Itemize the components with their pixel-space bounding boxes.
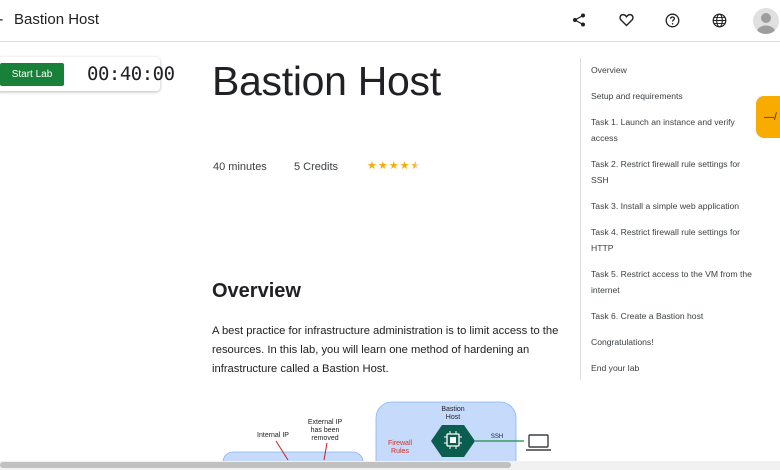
page-title: Bastion Host — [212, 58, 441, 104]
bastion-label-line2: Host — [446, 414, 460, 421]
toc-item-overview[interactable]: Overview — [591, 62, 756, 78]
lab-title-header: Bastion Host — [14, 11, 100, 28]
star-icon: ★ — [388, 160, 399, 172]
star-icon: ★ — [377, 160, 388, 172]
lab-credits: 5 Credits — [294, 161, 339, 173]
toc-item-setup[interactable]: Setup and requirements — [591, 88, 756, 104]
share-icon[interactable] — [569, 10, 589, 30]
toc-item-task3[interactable]: Task 3. Install a simple web application — [591, 198, 756, 214]
firewall-label-line1: Firewall — [388, 440, 413, 447]
toc-item-congratulations[interactable]: Congratulations! — [591, 334, 756, 350]
start-lab-button[interactable]: Start Lab — [0, 63, 64, 86]
overview-heading: Overview — [212, 280, 301, 302]
toc-item-task6[interactable]: Task 6. Create a Bastion host — [591, 308, 756, 324]
overview-paragraph: A best practice for infrastructure admin… — [212, 325, 559, 375]
account-avatar[interactable] — [753, 8, 779, 34]
bastion-label-line1: Bastion — [441, 406, 464, 413]
lab-timer: 00:40:00 — [87, 63, 175, 85]
rating-stars: ★ ★ ★ ★ ★ — [367, 160, 420, 173]
toc-divider — [580, 58, 581, 380]
globe-icon[interactable] — [709, 10, 729, 30]
toc-item-task5[interactable]: Task 5. Restrict access to the VM from t… — [591, 266, 756, 298]
external-ip-label-line3: removed — [311, 435, 338, 442]
external-ip-label-line2: has been — [311, 427, 340, 434]
ssh-label: SSH — [491, 434, 503, 440]
horizontal-scrollbar-thumb[interactable] — [0, 462, 511, 468]
half-star-icon: ★ — [410, 160, 421, 172]
firewall-label-line2: Rules — [391, 448, 409, 455]
toc-item-task1[interactable]: Task 1. Launch an instance and verify ac… — [591, 114, 756, 146]
floating-side-tab[interactable]: —/ — [756, 96, 780, 138]
heart-icon[interactable] — [616, 10, 636, 30]
star-icon: ★ — [367, 160, 377, 172]
toc-item-end-lab[interactable]: End your lab — [591, 360, 756, 376]
toc-item-task4[interactable]: Task 4. Restrict firewall rule settings … — [591, 224, 756, 256]
top-bar: - Bastion Host — [0, 0, 780, 42]
external-ip-label-line1: External IP — [308, 419, 343, 426]
star-icon: ★ — [399, 160, 410, 172]
bastion-architecture-diagram: Internal IP External IP has been removed… — [222, 401, 554, 470]
internal-ip-label: Internal IP — [257, 432, 289, 439]
help-icon[interactable] — [662, 10, 682, 30]
lab-duration: 40 minutes — [213, 161, 267, 173]
back-arrow-icon[interactable]: - — [0, 11, 3, 29]
toc-item-task2[interactable]: Task 2. Restrict firewall rule settings … — [591, 156, 756, 188]
